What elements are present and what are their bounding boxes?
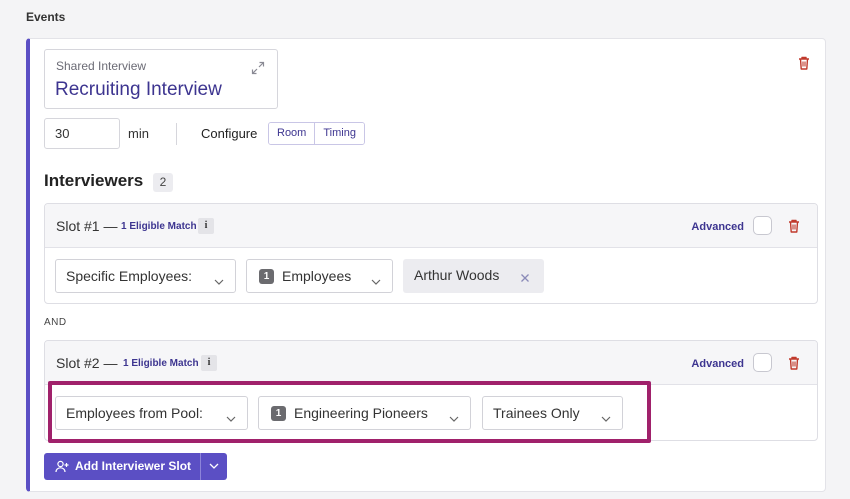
- slot-2-pool-select[interactable]: 1 Engineering Pioneers: [258, 396, 471, 430]
- slot-2-header: Slot #2 — 1 Eligible Match i Advanced: [45, 341, 817, 385]
- slot-1-group-value: Employees: [282, 268, 352, 284]
- trash-icon[interactable]: [797, 55, 811, 71]
- close-icon[interactable]: [520, 270, 530, 282]
- slot-1-count-chip: 1: [259, 269, 274, 284]
- slot-2-type-value: Employees from Pool:: [66, 405, 203, 421]
- chevron-down-icon: [371, 273, 381, 285]
- slot-2-card: Slot #2 — 1 Eligible Match i Advanced Em…: [44, 340, 818, 441]
- slot-1-card: Slot #1 — 1 Eligible Match i Advanced Sp…: [44, 203, 818, 304]
- chevron-down-icon: [209, 463, 219, 469]
- trash-icon[interactable]: [787, 355, 801, 371]
- chevron-down-icon: [601, 410, 611, 422]
- chevron-down-icon: [214, 273, 224, 285]
- interviewers-heading: Interviewers: [44, 171, 144, 190]
- events-heading: Events: [26, 10, 66, 24]
- slot-2-title: Slot #2 —: [56, 355, 118, 371]
- event-card: Shared Interview Recruiting Interview 30…: [26, 38, 826, 492]
- slot-1-title: Slot #1 —: [56, 218, 118, 234]
- trash-icon[interactable]: [787, 218, 801, 234]
- duration-input[interactable]: 30: [44, 118, 120, 149]
- slot-1-type-value: Specific Employees:: [66, 268, 193, 284]
- add-interviewer-slot-button[interactable]: Add Interviewer Slot: [44, 453, 200, 480]
- employee-tag: Arthur Woods: [403, 259, 544, 293]
- info-icon[interactable]: i: [201, 355, 217, 371]
- add-slot-dropdown-toggle[interactable]: [201, 453, 227, 480]
- employee-tag-label: Arthur Woods: [414, 267, 500, 283]
- configure-segmented-control: Room Timing: [268, 122, 365, 145]
- duration-unit-label: min: [128, 126, 149, 141]
- slot-1-type-select[interactable]: Specific Employees:: [55, 259, 236, 293]
- slot-2-advanced-toggle[interactable]: [753, 353, 772, 372]
- interview-name: Recruiting Interview: [55, 79, 222, 100]
- slot-1-group-select[interactable]: 1 Employees: [246, 259, 393, 293]
- configure-room-button[interactable]: Room: [269, 123, 315, 144]
- chevron-down-icon: [449, 410, 459, 422]
- add-interviewer-slot-split-button: Add Interviewer Slot: [44, 453, 227, 480]
- slot-1-advanced-label: Advanced: [691, 221, 744, 233]
- add-user-icon: [55, 460, 69, 473]
- interview-type-label: Shared Interview: [56, 59, 147, 73]
- slot-2-count-chip: 1: [271, 406, 286, 421]
- divider: [176, 123, 177, 145]
- slot-1-eligible-match[interactable]: 1 Eligible Match: [121, 221, 197, 232]
- slot-2-type-select[interactable]: Employees from Pool:: [55, 396, 248, 430]
- slot-2-filter-select[interactable]: Trainees Only: [482, 396, 623, 430]
- slot-2-filter-value: Trainees Only: [493, 405, 580, 421]
- slot-2-advanced-label: Advanced: [691, 358, 744, 370]
- slot-1-header: Slot #1 — 1 Eligible Match i Advanced: [45, 204, 817, 248]
- expand-icon[interactable]: [251, 61, 265, 75]
- chevron-down-icon: [226, 410, 236, 422]
- add-interviewer-slot-label: Add Interviewer Slot: [75, 459, 192, 473]
- interview-selector[interactable]: Shared Interview Recruiting Interview: [44, 49, 278, 109]
- configure-label: Configure: [201, 126, 258, 141]
- and-separator: AND: [44, 317, 67, 328]
- slot-2-eligible-match[interactable]: 1 Eligible Match: [123, 358, 199, 369]
- slot-2-pool-value: Engineering Pioneers: [294, 405, 428, 421]
- interviewers-count-badge: 2: [153, 173, 173, 192]
- slot-1-advanced-toggle[interactable]: [753, 216, 772, 235]
- info-icon[interactable]: i: [198, 218, 214, 234]
- configure-timing-button[interactable]: Timing: [314, 123, 364, 144]
